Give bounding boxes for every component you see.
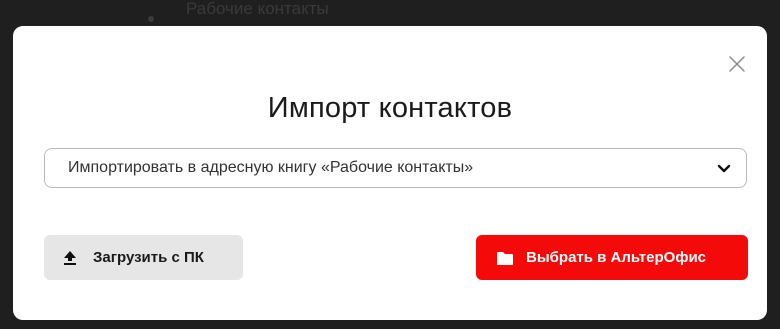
address-book-select[interactable]: Импортировать в адресную книгу «Рабочие … [44, 148, 747, 188]
close-button[interactable] [727, 54, 747, 74]
folder-icon [497, 251, 513, 265]
import-contacts-dialog: Импорт контактов Импортировать в адресну… [13, 26, 767, 320]
close-icon [729, 56, 745, 72]
background-list-item-label: Рабочие контакты [186, 0, 329, 18]
upload-button-label: Загрузить с ПК [93, 249, 204, 266]
choose-in-alteroffice-button[interactable]: Выбрать в АльтерОфис [476, 235, 748, 280]
contacts-icon [144, 13, 158, 27]
background-list-item: Рабочие контакты [144, 0, 329, 26]
dialog-title: Импорт контактов [267, 92, 513, 124]
upload-icon [64, 250, 76, 265]
address-book-select-value: Импортировать в адресную книгу «Рабочие … [68, 159, 474, 176]
choose-button-label: Выбрать в АльтерОфис [526, 249, 707, 266]
chevron-down-icon [717, 164, 731, 173]
upload-from-pc-button[interactable]: Загрузить с ПК [44, 235, 243, 280]
